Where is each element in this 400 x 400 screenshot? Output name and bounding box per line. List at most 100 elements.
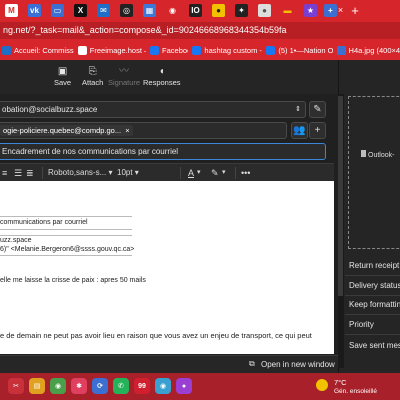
quote-border (0, 216, 132, 217)
quote-border (0, 235, 132, 236)
yellow-icon: ● (212, 3, 225, 17)
browser-tab[interactable]: ◎ (115, 0, 138, 20)
radio-canada-icon: ◉ (166, 3, 179, 17)
divider (345, 314, 400, 315)
browser-tab[interactable]: ● (207, 0, 230, 20)
pencil-icon: ✎ (313, 104, 322, 115)
signature-button[interactable]: 〰 Signature (108, 65, 140, 87)
message-body-editor[interactable]: communications par courriel uzz.space 6)… (0, 181, 334, 354)
return-receipt-option[interactable]: Return receipt (349, 261, 399, 270)
new-tab-button[interactable]: + (345, 0, 365, 20)
bookmark-item[interactable]: (5) 1•—Nation On... (266, 46, 333, 55)
signature-icon: 〰 (119, 66, 130, 77)
highlight-dropdown-icon[interactable]: ▾ (222, 164, 226, 182)
remove-recipient-icon[interactable]: × (125, 126, 129, 135)
address-book-button[interactable]: 👥 (291, 122, 308, 139)
options-scrollbar-thumb[interactable] (338, 96, 343, 296)
popout-bar: ⧉ Open in new window (0, 355, 338, 373)
browser-tab[interactable]: ▦ (138, 0, 161, 20)
files-icon[interactable]: ▤ (29, 378, 45, 394)
weather-temp[interactable]: 7°C (334, 378, 347, 387)
add-header-button[interactable]: + (309, 122, 326, 139)
browser-tab[interactable]: ★ (299, 0, 322, 20)
text-color-icon[interactable]: A (188, 164, 194, 182)
font-family-select[interactable]: Roboto,sans-s... ▾ (48, 166, 113, 180)
weather-text[interactable]: Gén. ensoleillé (334, 388, 377, 395)
text-color-dropdown-icon[interactable]: ▾ (197, 164, 201, 182)
save-sent-option[interactable]: Save sent mess (349, 341, 400, 350)
bookmark-item[interactable]: Accueil: Commissaire (2, 46, 74, 55)
align-center-icon[interactable]: ≡ (2, 164, 7, 182)
scissors-icon[interactable]: ✂ (8, 378, 24, 394)
recipient-chip[interactable]: ogie-policiere.quebec@comdp.go... × (0, 125, 133, 136)
save-button[interactable]: ▣ Save (54, 65, 71, 87)
browser-tab[interactable]: ▭ (46, 0, 69, 20)
browser-tab[interactable]: ◉ (161, 0, 184, 20)
compose-toolbar: ▣ Save ⎘ Attach 〰 Signature ◖ Responses (0, 60, 338, 94)
browser-tab[interactable]: ▬ (276, 0, 299, 20)
font-size-select[interactable]: 10pt ▾ (117, 166, 139, 180)
address-bar: ng.net/?_task=mail&_action=compose&_id=9… (0, 20, 400, 41)
bookmark-item[interactable]: Facebook (150, 46, 188, 55)
delivery-status-option[interactable]: Delivery status n (349, 281, 400, 290)
bookmark-icon (336, 46, 346, 55)
browser-tab[interactable]: ● (253, 0, 276, 20)
select-arrows-icon: ⇕ (295, 106, 301, 113)
star-icon: ★ (304, 3, 317, 17)
comment-icon: ◖ (158, 66, 165, 77)
url-field[interactable]: ng.net/?_task=mail&_action=compose&_id=9… (0, 22, 400, 39)
browser-tab[interactable]: ✦ (230, 0, 253, 20)
bookmark-label: H4a.jpg (400×400) (348, 46, 400, 55)
plus-tab-icon: + (323, 3, 337, 17)
align-right-icon[interactable]: ☰ (14, 164, 22, 182)
globe-icon: ● (258, 3, 271, 17)
bookmark-icon (77, 46, 87, 55)
edit-identity-button[interactable]: ✎ (309, 101, 326, 118)
browser-tab[interactable]: IO (184, 0, 207, 20)
browser-tab[interactable]: X (69, 0, 92, 20)
highlight-icon[interactable]: ✎ (211, 164, 219, 182)
browser-tab[interactable]: + × (322, 0, 345, 20)
sync-icon[interactable]: ⟳ (92, 378, 108, 394)
bookmark-label: hashtag custom - P... (204, 46, 262, 55)
open-new-window-link[interactable]: Open in new window (261, 360, 335, 369)
bookmark-icon (192, 46, 202, 55)
bookmark-item[interactable]: hashtag custom - P... (192, 46, 262, 55)
notification-icon[interactable]: 99 (134, 378, 150, 394)
bookmark-icon (2, 46, 11, 55)
from-select[interactable]: obation@socialbuzz.space ⇕ (0, 101, 306, 118)
chrome-icon[interactable]: ◉ (50, 378, 66, 394)
bookmark-icon (150, 46, 160, 55)
bookmark-item[interactable]: H4a.jpg (400×400) (336, 46, 400, 55)
body-line: e de demain ne peut pas avoir lieu en ra… (0, 331, 312, 340)
browser-tab[interactable]: M (0, 0, 23, 20)
responses-button[interactable]: ◖ Responses (143, 65, 181, 87)
subject-input[interactable]: Encadrement de nos communications par co… (0, 143, 326, 160)
attach-button[interactable]: ⎘ Attach (82, 65, 103, 87)
windows-icon: ▦ (143, 3, 156, 17)
to-field[interactable]: ogie-policiere.quebec@comdp.go... × (0, 122, 287, 139)
chrome-alt-icon[interactable]: ◉ (155, 378, 171, 394)
divider (345, 334, 400, 335)
attachment-dropzone[interactable]: Outlook- (348, 96, 400, 249)
purple-icon[interactable]: ● (176, 378, 192, 394)
bookmark-item[interactable]: Freeimage.host —... (77, 46, 146, 55)
more-options-button[interactable]: ••• (241, 164, 250, 182)
priority-option[interactable]: Priority (349, 320, 374, 329)
dark-icon: ✦ (235, 3, 248, 17)
quote-border (0, 255, 132, 256)
bookmarks-bar: Accueil: Commissaire Freeimage.host —... F… (0, 41, 400, 60)
spark-icon[interactable]: ✱ (71, 378, 87, 394)
browser-tab[interactable]: vk (23, 0, 46, 20)
bookmark-label: Facebook (162, 46, 188, 55)
attachment-item[interactable]: Outlook- (361, 150, 394, 159)
bookmark-label: Freeimage.host —... (89, 46, 146, 55)
paperclip-icon: ⎘ (88, 66, 97, 77)
close-tab-icon[interactable]: × (338, 5, 343, 15)
justify-icon[interactable]: ≣ (26, 164, 34, 182)
whatsapp-icon[interactable]: ✆ (113, 378, 129, 394)
browser-tab[interactable]: ✉ (92, 0, 115, 20)
gmail-icon: M (5, 3, 18, 17)
keep-formatting-option[interactable]: Keep formatting (349, 300, 400, 309)
popout-icon[interactable]: ⧉ (249, 359, 255, 369)
